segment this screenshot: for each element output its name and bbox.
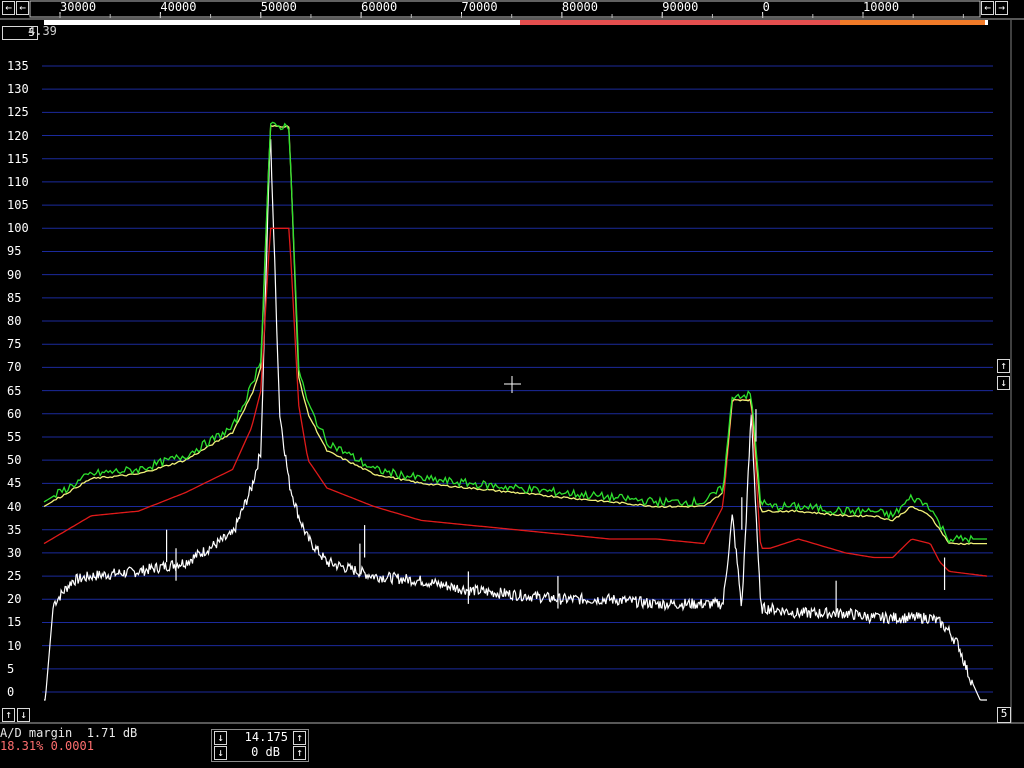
freq-down-button[interactable]: ↓ [214, 731, 227, 745]
freq-label: 40000 [160, 0, 197, 14]
y-label: 20 [7, 592, 22, 607]
corner-value: 4.39 [28, 24, 57, 38]
y-label: 10 [7, 638, 22, 653]
y-label: 60 [7, 406, 22, 421]
white-trace [44, 139, 987, 701]
freq-label: 60000 [361, 0, 398, 14]
y-label: 0 [7, 685, 15, 699]
scale-up-button[interactable]: ↑ [997, 359, 1010, 373]
scroll-right-fast-button[interactable]: → [995, 1, 1008, 15]
freq-label: 10000 [863, 0, 900, 14]
y-label: 5 [7, 661, 15, 676]
freq-label: 30000 [60, 0, 97, 14]
y-label: 35 [7, 522, 22, 537]
scroll-left-button[interactable]: ← [2, 1, 15, 15]
gain-value[interactable]: 0 dB [232, 746, 280, 759]
y-label: 65 [7, 383, 22, 398]
gain-down-button[interactable]: ↓ [214, 746, 227, 760]
freq-label: 70000 [461, 0, 498, 14]
y-label: 30 [7, 545, 22, 560]
y-label: 45 [7, 476, 22, 491]
y-label: 135 [7, 59, 29, 73]
y-label: 15 [7, 615, 22, 630]
y-label: 120 [7, 128, 29, 143]
y-label: 115 [7, 151, 29, 166]
freq-label: 80000 [561, 0, 598, 14]
green-trace [43, 121, 987, 545]
y-label: 25 [7, 569, 22, 584]
y-label: 125 [7, 105, 29, 120]
y-label: 90 [7, 267, 22, 282]
scale-down-button[interactable]: ↓ [997, 376, 1010, 390]
offset-up-button[interactable]: ↑ [2, 708, 15, 722]
freq-label: 0 [762, 0, 770, 14]
y-label: 95 [7, 244, 22, 259]
scroll-left-fast-button[interactable]: ← [16, 1, 29, 15]
offset-down-button[interactable]: ↓ [17, 708, 30, 722]
y-label: 80 [7, 314, 22, 329]
y-label: 130 [7, 82, 29, 97]
y-label: 50 [7, 453, 22, 468]
freq-label: 50000 [260, 0, 297, 14]
y-label: 70 [7, 360, 22, 375]
scroll-right-button[interactable]: ← [981, 1, 994, 15]
waterfall-bar-orange [840, 20, 985, 25]
y-label: 100 [7, 221, 29, 236]
y-label: 110 [7, 174, 29, 189]
y-label: 85 [7, 290, 22, 305]
waterfall-bar-red [520, 20, 840, 25]
freq-label: 90000 [662, 0, 699, 14]
y-label: 40 [7, 499, 22, 514]
red-trace [43, 227, 988, 577]
spectrum-window: ← ← ← → 30000 40000 50000 60000 70000 80000 90… [0, 0, 1024, 768]
spectrum-plot [0, 0, 1024, 724]
freq-up-button[interactable]: ↑ [293, 731, 306, 745]
cpu-load-text: 18.31% 0.0001 [0, 739, 94, 753]
frequency-value[interactable]: 14.175 [232, 731, 288, 744]
y-label: 55 [7, 429, 22, 444]
right-box-button[interactable]: 5 [997, 707, 1011, 723]
y-label: 105 [7, 198, 29, 213]
gain-up-button[interactable]: ↑ [293, 746, 306, 760]
y-label: 75 [7, 337, 22, 352]
yellow-trace [43, 124, 987, 546]
